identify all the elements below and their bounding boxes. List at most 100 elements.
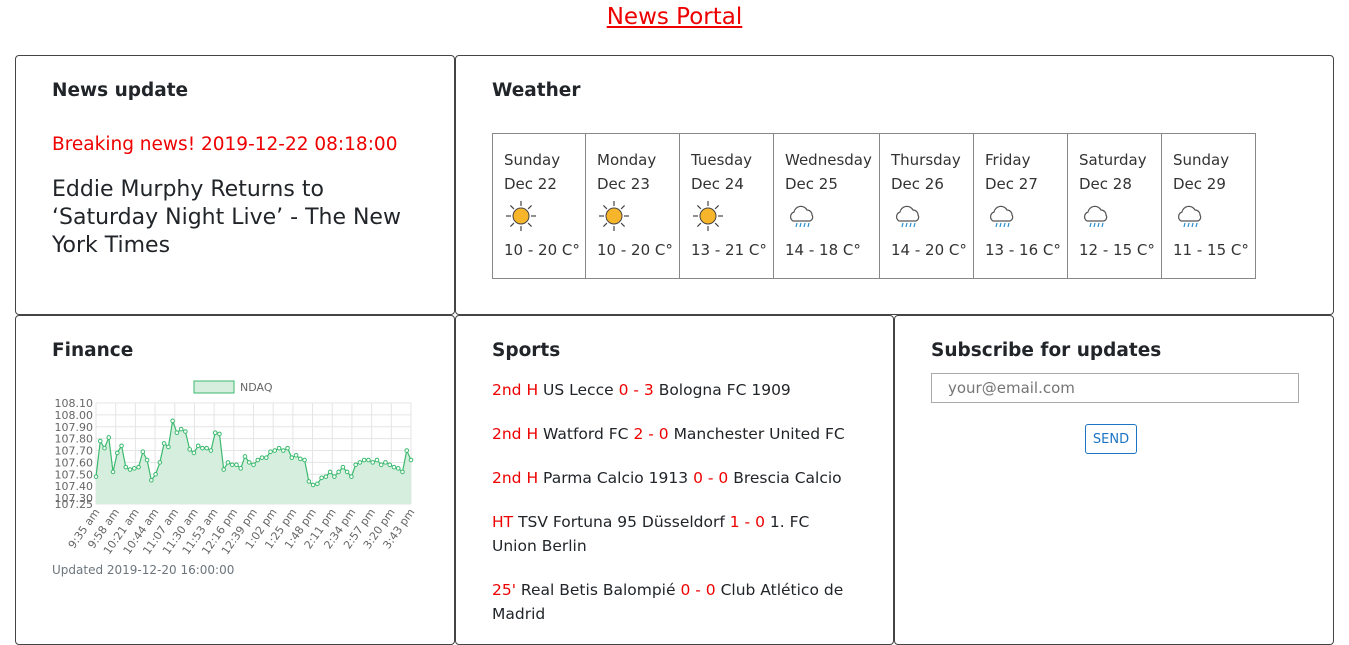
page-title[interactable]: News Portal (0, 4, 1349, 30)
news-headline[interactable]: Eddie Murphy Returns to ‘Saturday Night … (52, 176, 422, 260)
data-point (387, 462, 393, 468)
weather-date: Dec 28 (1079, 175, 1132, 193)
data-point (263, 455, 269, 460)
data-point (187, 447, 192, 452)
data-point (391, 464, 397, 470)
home-team: US Lecce (543, 381, 614, 399)
data-point (315, 481, 320, 487)
data-point (140, 449, 146, 455)
weather-day-0: Sunday Dec 22 10 - 20 C° (492, 133, 586, 279)
data-point (293, 452, 299, 458)
data-point (272, 448, 278, 453)
data-point (174, 430, 180, 436)
weather-date: Dec 27 (985, 175, 1038, 193)
weather-day-name: Friday (985, 151, 1031, 169)
away-team: Manchester United FC (673, 425, 845, 443)
send-button[interactable]: SEND (1085, 424, 1137, 454)
weather-day-4: Thursday Dec 26 14 - 20 C° (880, 133, 974, 279)
data-point (285, 445, 290, 451)
weather-day-name: Tuesday (691, 151, 753, 169)
sun-icon (597, 199, 679, 235)
data-point (298, 456, 303, 462)
data-point (353, 462, 358, 468)
subscribe-heading: Subscribe for updates (931, 340, 1162, 361)
data-point (166, 444, 171, 450)
data-point (191, 450, 197, 456)
data-point (349, 474, 354, 479)
weather-day-2: Tuesday Dec 24 13 - 21 C° (680, 133, 774, 279)
data-point (229, 462, 235, 468)
weather-card: Weather Sunday Dec 22 10 - 20 C° Monday D… (455, 55, 1334, 315)
match-item: 2nd H US Lecce 0 - 3 Bologna FC 1909 (492, 378, 852, 402)
data-point (357, 460, 363, 465)
data-point (93, 474, 99, 479)
data-point (302, 457, 307, 463)
legend-swatch (193, 380, 235, 394)
data-point (97, 438, 103, 444)
data-point (246, 460, 252, 465)
finance-updated-time: Updated 2019-12-20 16:00:00 (52, 563, 235, 577)
weather-day-name: Saturday (1079, 151, 1147, 169)
weather-day-name: Thursday (891, 151, 961, 169)
data-point (408, 457, 414, 463)
match-item: 2nd H Parma Calcio 1913 0 - 0 Brescia Ca… (492, 466, 852, 490)
data-point (221, 467, 227, 472)
data-point (132, 466, 137, 471)
weather-forecast: Sunday Dec 22 10 - 20 C° Monday Dec 23 10… (492, 133, 1256, 279)
data-point (336, 469, 341, 475)
data-point (378, 462, 384, 468)
data-point (319, 475, 324, 481)
match-status: 2nd H (492, 381, 539, 399)
weather-temperature: 10 - 20 C° (597, 241, 673, 259)
finance-chart: NDAQ108.10108.00107.90107.80107.70107.60… (55, 380, 417, 556)
match-item: 2nd H Watford FC 2 - 0 Manchester United… (492, 422, 852, 446)
data-point (268, 449, 273, 455)
match-score: 1 - 0 (729, 513, 765, 531)
breaking-news-label: Breaking news! 2019-12-22 08:18:00 (52, 134, 398, 155)
away-team: Bologna FC 1909 (658, 381, 791, 399)
data-point (306, 479, 312, 484)
match-status: 25' (492, 581, 516, 599)
y-tick-label: 107.25 (55, 498, 94, 511)
weather-day-name: Monday (597, 151, 657, 169)
data-point (366, 457, 371, 463)
finance-heading: Finance (52, 340, 134, 361)
data-point (114, 450, 120, 456)
match-status: 2nd H (492, 425, 539, 443)
weather-date: Dec 22 (504, 175, 557, 193)
data-point (153, 471, 158, 477)
match-status: 2nd H (492, 469, 539, 487)
data-point (400, 469, 405, 475)
data-point (374, 457, 380, 463)
data-point (370, 460, 375, 465)
data-point (212, 430, 218, 436)
weather-day-1: Monday Dec 23 10 - 20 C° (586, 133, 680, 279)
weather-date: Dec 23 (597, 175, 650, 193)
data-point (276, 445, 282, 451)
data-point (208, 448, 214, 453)
data-point (183, 429, 188, 434)
data-point (119, 443, 124, 449)
rain-cloud-icon (891, 199, 973, 235)
data-point (144, 457, 150, 463)
rain-cloud-icon (985, 199, 1067, 235)
sports-heading: Sports (492, 340, 561, 361)
weather-temperature: 13 - 21 C° (691, 241, 767, 259)
data-point (395, 466, 401, 471)
news-heading: News update (52, 80, 189, 101)
match-status: HT (492, 513, 514, 531)
match-item: HT TSV Fortuna 95 Düsseldorf 1 - 0 1. FC… (492, 510, 852, 558)
sun-icon (691, 199, 773, 235)
data-point (178, 426, 184, 432)
data-point (200, 445, 205, 451)
data-point (289, 455, 295, 460)
weather-date: Dec 25 (785, 175, 838, 193)
email-input[interactable] (931, 373, 1299, 403)
data-point (327, 469, 333, 475)
weather-day-name: Sunday (504, 151, 561, 169)
weather-date: Dec 26 (891, 175, 944, 193)
weather-temperature: 14 - 20 C° (891, 241, 967, 259)
weather-day-7: Sunday Dec 29 11 - 15 C° (1162, 133, 1256, 279)
data-point (383, 460, 388, 465)
data-point (106, 435, 112, 440)
